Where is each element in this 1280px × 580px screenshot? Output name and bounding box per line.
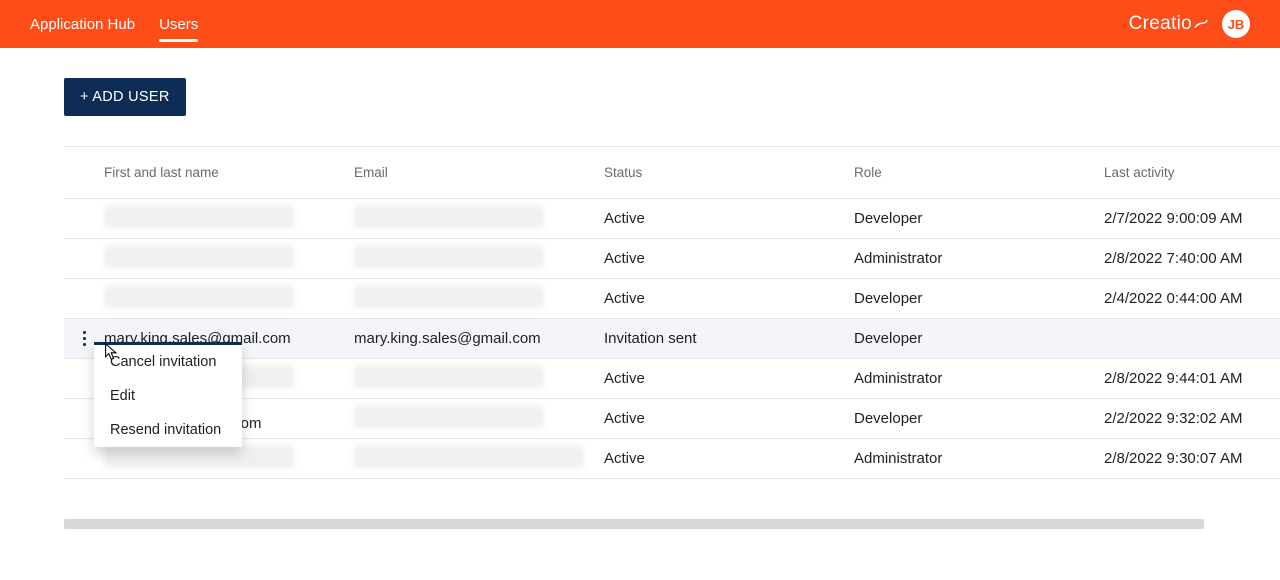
cell-status: Active bbox=[604, 290, 645, 307]
cell-role: Developer bbox=[854, 210, 922, 227]
redacted-name bbox=[104, 446, 294, 468]
users-table: First and last name Email Status Role La… bbox=[64, 146, 1280, 479]
cell-status: Active bbox=[604, 250, 645, 267]
avatar[interactable]: JB bbox=[1222, 10, 1250, 38]
table-row[interactable]: Active Developer 2/4/2022 0:44:00 AM bbox=[64, 279, 1280, 319]
cell-last-activity: 2/7/2022 9:00:09 AM bbox=[1104, 210, 1242, 227]
cell-last-activity: 2/8/2022 7:40:00 AM bbox=[1104, 250, 1242, 267]
cursor-icon bbox=[104, 342, 120, 362]
cell-role: Developer bbox=[854, 330, 922, 347]
table-header: First and last name Email Status Role La… bbox=[64, 147, 1280, 199]
table-row[interactable]: Active Developer 2/7/2022 9:00:09 AM bbox=[64, 199, 1280, 239]
col-header-name[interactable]: First and last name bbox=[104, 165, 354, 180]
cell-last-activity: 2/8/2022 9:44:01 AM bbox=[1104, 370, 1242, 387]
cell-email: mary.king.sales@gmail.com bbox=[354, 330, 541, 347]
col-header-role[interactable]: Role bbox=[854, 165, 1104, 180]
row-actions-icon[interactable] bbox=[76, 329, 92, 349]
cell-role: Administrator bbox=[854, 250, 942, 267]
cell-status: Active bbox=[604, 450, 645, 467]
menu-resend-invitation[interactable]: Resend invitation bbox=[94, 413, 242, 447]
cell-role: Developer bbox=[854, 410, 922, 427]
redacted-name bbox=[104, 206, 294, 228]
topbar-right: Creatio JB bbox=[1129, 10, 1250, 38]
redacted-name bbox=[104, 246, 294, 268]
redacted-name bbox=[104, 286, 294, 308]
cell-last-activity: 2/2/2022 9:32:02 AM bbox=[1104, 410, 1242, 427]
topbar: Application Hub Users Creatio JB bbox=[0, 0, 1280, 48]
horizontal-scrollbar[interactable] bbox=[64, 519, 1204, 529]
cell-status: Active bbox=[604, 410, 645, 427]
col-header-status[interactable]: Status bbox=[604, 165, 854, 180]
redacted-email bbox=[354, 286, 544, 308]
add-user-button[interactable]: + ADD USER bbox=[64, 78, 186, 116]
cell-status: Active bbox=[604, 370, 645, 387]
table-row[interactable]: Active Administrator 2/8/2022 7:40:00 AM bbox=[64, 239, 1280, 279]
cell-role: Administrator bbox=[854, 450, 942, 467]
cell-last-activity: 2/4/2022 0:44:00 AM bbox=[1104, 290, 1242, 307]
cell-status: Invitation sent bbox=[604, 330, 697, 347]
redacted-email bbox=[354, 406, 544, 428]
nav-users[interactable]: Users bbox=[159, 0, 198, 48]
top-nav: Application Hub Users bbox=[30, 0, 198, 48]
redacted-email bbox=[354, 246, 544, 268]
brand-swoosh-icon bbox=[1194, 17, 1208, 31]
table-row[interactable]: mary.king.sales@gmail.com Cancel invitat… bbox=[64, 319, 1280, 359]
nav-application-hub[interactable]: Application Hub bbox=[30, 0, 135, 48]
cell-last-activity: 2/8/2022 9:30:07 AM bbox=[1104, 450, 1242, 467]
redacted-email bbox=[354, 366, 544, 388]
col-header-email[interactable]: Email bbox=[354, 165, 604, 180]
brand-text: Creatio bbox=[1129, 13, 1192, 35]
cell-status: Active bbox=[604, 210, 645, 227]
col-header-last-activity[interactable]: Last activity bbox=[1104, 165, 1274, 180]
menu-edit[interactable]: Edit bbox=[94, 379, 242, 413]
redacted-email bbox=[354, 206, 544, 228]
brand-logo: Creatio bbox=[1129, 13, 1208, 35]
table-row[interactable]: Active Administrator 2/8/2022 9:44:01 AM bbox=[64, 359, 1280, 399]
table-row[interactable]: Active Administrator 2/8/2022 9:30:07 AM bbox=[64, 439, 1280, 479]
table-row[interactable]: .com Active Developer 2/2/2022 9:32:02 A… bbox=[64, 399, 1280, 439]
cell-role: Developer bbox=[854, 290, 922, 307]
redacted-email bbox=[354, 446, 584, 468]
page-content: + ADD USER First and last name Email Sta… bbox=[0, 48, 1280, 549]
cell-role: Administrator bbox=[854, 370, 942, 387]
